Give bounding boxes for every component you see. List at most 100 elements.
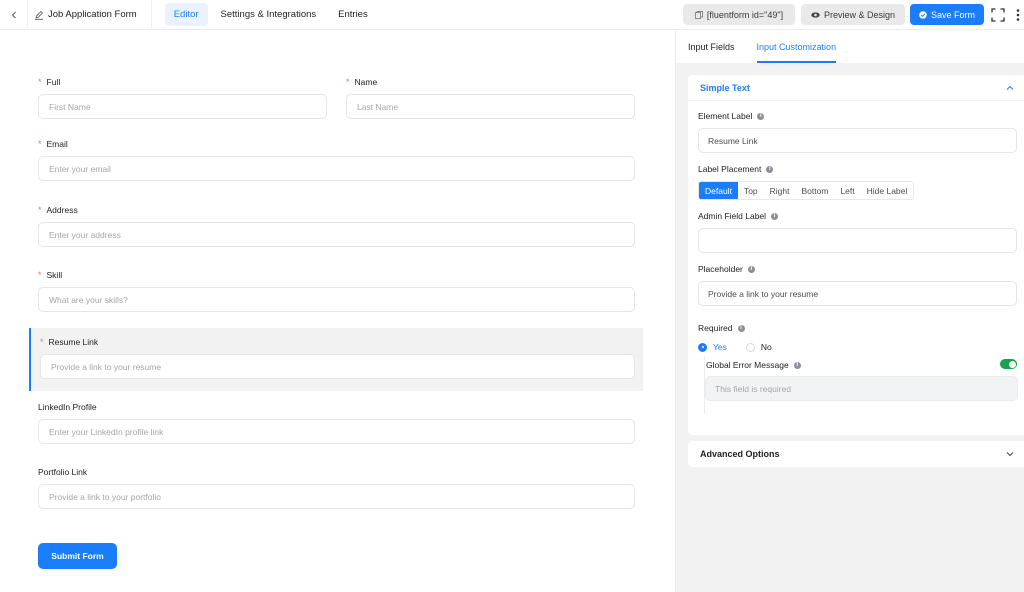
- chevron-down-icon: [1006, 452, 1014, 457]
- field-label-text: Name: [354, 77, 378, 87]
- form-title[interactable]: Job Application Form: [28, 0, 152, 30]
- global-error-input[interactable]: This field is required: [705, 376, 1018, 401]
- vertical-dots-icon[interactable]: [1015, 8, 1021, 22]
- required-mark: *: [38, 205, 42, 215]
- top-bar: Job Application Form Editor Settings & I…: [0, 0, 1024, 30]
- address-input[interactable]: Enter your address: [38, 222, 635, 247]
- first-name-input[interactable]: First Name: [38, 94, 327, 119]
- settings-panel: Input Fields Input Customization Simple …: [675, 31, 1024, 592]
- field-label-text: Portfolio Link: [38, 467, 88, 477]
- save-label: Save Form: [930, 9, 975, 20]
- info-icon: i: [757, 112, 765, 120]
- nav-tabs: Editor Settings & Integrations Entries: [164, 3, 377, 26]
- field-label: * Skill: [38, 269, 635, 281]
- pen-icon: [35, 10, 44, 20]
- field-label-text: LinkedIn Profile: [38, 402, 97, 412]
- tab-input-customization[interactable]: Input Customization: [756, 31, 837, 63]
- advanced-options-header[interactable]: Advanced Options: [688, 441, 1024, 467]
- field-label: * Name: [346, 76, 635, 88]
- admin-field-label-input[interactable]: [698, 228, 1017, 253]
- tab-input-fields[interactable]: Input Fields: [688, 31, 735, 63]
- field-label-text: Address: [46, 205, 78, 215]
- form-field-address[interactable]: * Address Enter your address: [38, 204, 635, 247]
- field-label: * Resume Link: [40, 336, 635, 348]
- placement-option-top[interactable]: Top: [738, 182, 764, 199]
- email-input[interactable]: Enter your email: [38, 156, 635, 181]
- info-icon: i: [771, 212, 779, 220]
- form-field-skill[interactable]: * Skill What are your skills?: [38, 269, 635, 312]
- simple-text-card: Simple Text Element Label i Resume Link L…: [688, 75, 1024, 435]
- save-form-button[interactable]: Save Form: [910, 4, 984, 25]
- required-mark: *: [38, 139, 42, 149]
- placement-option-right[interactable]: Right: [764, 182, 796, 199]
- info-icon: i: [793, 361, 801, 369]
- field-label: * Email: [38, 138, 635, 150]
- preview-design-button[interactable]: Preview & Design: [801, 4, 905, 25]
- submit-form-button[interactable]: Submit Form: [38, 543, 117, 569]
- field-label: * Address: [38, 204, 635, 216]
- field-label: Portfolio Link: [38, 466, 635, 478]
- required-yes-radio[interactable]: Yes: [698, 342, 727, 352]
- global-error-message-section: Global Error Message i This field is requ…: [704, 356, 1018, 414]
- label-placement-selector: Default Top Right Bottom Left Hide Label: [698, 181, 915, 200]
- skill-input[interactable]: What are your skills?: [38, 287, 635, 312]
- back-button[interactable]: [0, 0, 28, 30]
- info-icon: i: [747, 265, 755, 273]
- setting-label-text: Admin Field Label: [698, 211, 767, 221]
- setting-label-text: Required: [698, 323, 733, 333]
- setting-label-text: Placeholder: [698, 264, 743, 274]
- simple-text-header[interactable]: Simple Text: [688, 75, 1024, 101]
- advanced-options-card: Advanced Options: [688, 441, 1024, 467]
- form-field-resume-link[interactable]: * Resume Link Provide a link to your resu…: [29, 328, 643, 391]
- copy-icon: [695, 10, 703, 19]
- tab-editor[interactable]: Editor: [164, 3, 208, 26]
- setting-label-text: Element Label: [698, 111, 753, 121]
- chevron-up-icon: [1006, 85, 1014, 90]
- form-field-email[interactable]: * Email Enter your email: [38, 138, 635, 181]
- preview-label: Preview & Design: [823, 9, 896, 20]
- shortcode-copy-button[interactable]: [fluentform id="49"]: [683, 4, 795, 25]
- field-label: * Full: [38, 76, 327, 88]
- placement-option-default[interactable]: Default: [699, 182, 738, 199]
- element-label-input[interactable]: Resume Link: [698, 128, 1017, 153]
- placement-option-left[interactable]: Left: [834, 182, 860, 199]
- element-label-label: Element Label i: [698, 111, 765, 121]
- required-mark: *: [38, 77, 42, 87]
- form-field-linkedin[interactable]: LinkedIn Profile Enter your LinkedIn pro…: [38, 401, 635, 444]
- resume-link-input[interactable]: Provide a link to your resume: [40, 354, 635, 379]
- chevron-left-icon: [11, 11, 16, 18]
- simple-text-title: Simple Text: [700, 82, 750, 93]
- setting-label-text: Global Error Message: [706, 360, 789, 370]
- required-no-radio[interactable]: No: [745, 342, 772, 352]
- required-mark: *: [38, 270, 42, 280]
- check-circle-icon: [919, 10, 927, 19]
- panel-tabs: Input Fields Input Customization: [676, 31, 1024, 63]
- placement-option-bottom[interactable]: Bottom: [796, 182, 835, 199]
- info-icon: i: [737, 324, 745, 332]
- form-field-last-name[interactable]: * Name Last Name: [346, 76, 635, 119]
- field-label-text: Email: [46, 139, 68, 149]
- placeholder-input[interactable]: Provide a link to your resume: [698, 281, 1017, 306]
- form-field-first-name[interactable]: * Full First Name: [38, 76, 327, 119]
- fullscreen-icon[interactable]: [991, 8, 1005, 22]
- field-label-text: Skill: [46, 270, 63, 280]
- global-error-label: Global Error Message i: [705, 360, 801, 370]
- linkedin-input[interactable]: Enter your LinkedIn profile link: [38, 419, 635, 444]
- tab-entries[interactable]: Entries: [329, 3, 377, 26]
- admin-field-label-label: Admin Field Label i: [698, 211, 779, 221]
- portfolio-input[interactable]: Provide a link to your portfolio: [38, 484, 635, 509]
- global-error-toggle[interactable]: [1000, 359, 1017, 369]
- radio-checked-icon: [698, 342, 707, 352]
- placeholder-label: Placeholder i: [698, 264, 755, 274]
- form-editor-canvas: * Full First Name * Name Last Name * Email …: [0, 31, 675, 592]
- last-name-input[interactable]: Last Name: [346, 94, 635, 119]
- eye-icon: [811, 11, 820, 18]
- required-label: Required i: [698, 323, 745, 333]
- tab-settings-integrations[interactable]: Settings & Integrations: [212, 3, 326, 26]
- radio-label: Yes: [713, 342, 727, 352]
- form-field-portfolio[interactable]: Portfolio Link Provide a link to your po…: [38, 466, 635, 509]
- placement-option-hide-label[interactable]: Hide Label: [861, 182, 914, 199]
- label-placement-label: Label Placement i: [698, 164, 774, 174]
- form-title-text: Job Application Form: [48, 9, 137, 20]
- radio-label: No: [760, 342, 772, 352]
